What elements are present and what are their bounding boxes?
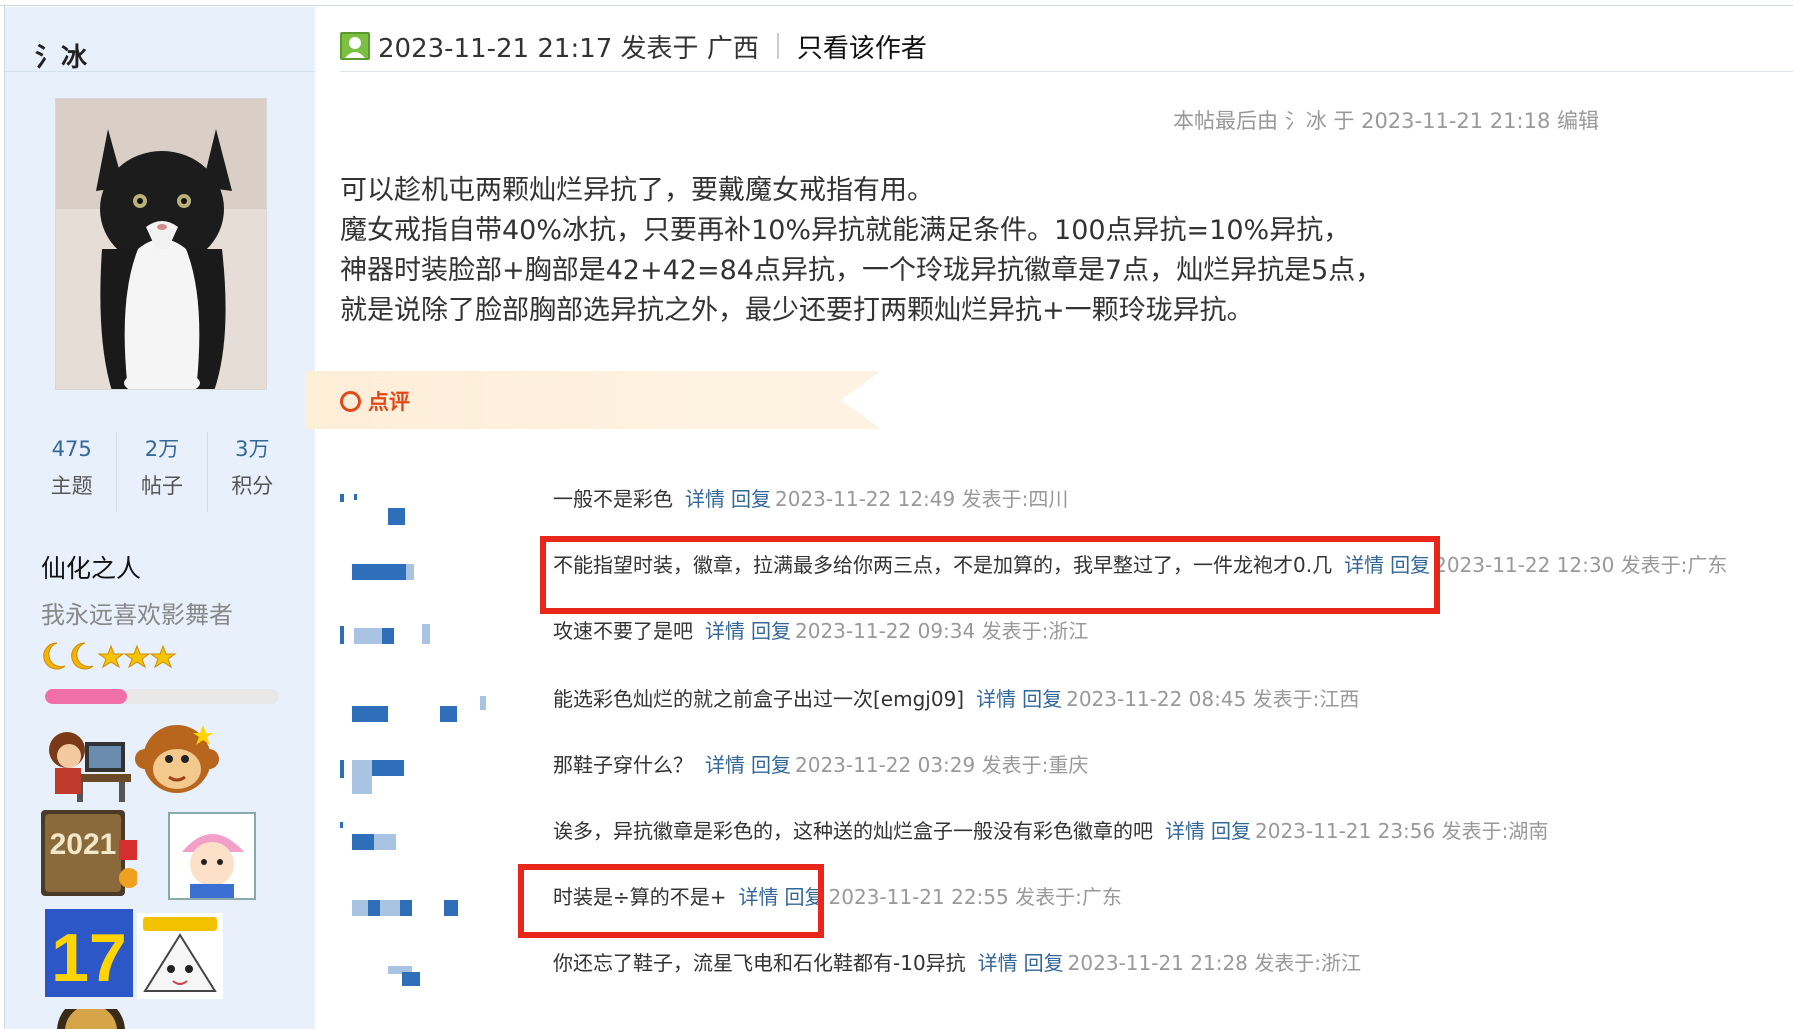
comment-section-title: 点评 (368, 390, 410, 414)
comment-text: 一般不是彩色 (553, 487, 673, 511)
post-line: 可以趁机屯两颗灿烂异抗了，要戴魔女戒指有用。 (340, 175, 934, 206)
author-name[interactable]: 氵冰 (35, 37, 87, 74)
level-progress-bar (45, 689, 279, 704)
stat-points-label: 积分 (231, 474, 274, 498)
stat-posts-value[interactable]: 2万 (117, 432, 206, 466)
post-timestamp: 2023-11-21 21:17 发表于 广西 (378, 33, 759, 64)
commenter-avatar-blurred[interactable] (340, 756, 470, 796)
post-line: 就是说除了脸部胸部选异抗之外，最少还要打两颗灿烂异抗+一颗玲珑异抗。 (340, 295, 1254, 326)
comment-meta: 2023-11-21 21:28 发表于:浙江 (1067, 951, 1361, 975)
comment-detail-link[interactable]: 详情 (705, 619, 745, 643)
cat-avatar-image (56, 99, 266, 389)
commenter-avatar-blurred[interactable] (340, 490, 470, 530)
rank-stars-icon (43, 642, 177, 670)
comment-meta: 2023-11-22 03:29 发表于:重庆 (795, 753, 1089, 777)
highlight-box (540, 536, 1440, 614)
comment-row: 那鞋子穿什么？ 详情 回复 2023-11-22 03:29 发表于:重庆 (553, 750, 1088, 780)
cartoon-girl-medal-icon[interactable] (168, 812, 258, 902)
comment-reply-link[interactable]: 回复 (1024, 951, 1064, 975)
post-body: 可以趁机屯两颗灿烂异抗了，要戴魔女戒指有用。 魔女戒指自带40%冰抗，只要再补1… (340, 171, 1382, 331)
comment-detail-link[interactable]: 详情 (705, 753, 745, 777)
comment-meta: 2023-11-21 23:56 发表于:湖南 (1255, 819, 1549, 843)
stat-topics-value[interactable]: 475 (27, 432, 116, 466)
monkey-medal-icon[interactable] (133, 715, 221, 805)
commenter-avatar-blurred[interactable] (340, 688, 486, 728)
user-signature: 我永远喜欢影舞者 (41, 601, 233, 629)
comment-meta: 2023-11-22 09:34 发表于:浙江 (795, 619, 1089, 643)
level-progress-fill (45, 689, 127, 704)
comment-row: 一般不是彩色 详情 回复 2023-11-22 12:49 发表于:四川 (553, 484, 1068, 514)
stat-posts[interactable]: 2万 帖子 (117, 432, 208, 512)
page-top-border (0, 0, 1793, 6)
comment-meta: 2023-11-22 12:49 发表于:四川 (775, 487, 1069, 511)
user-group[interactable]: 仙化之人 (41, 549, 141, 585)
commenter-avatar-blurred[interactable] (340, 620, 470, 660)
online-status-icon (340, 32, 370, 60)
svg-text:2021: 2021 (50, 828, 117, 861)
comment-detail-link[interactable]: 详情 (978, 951, 1018, 975)
stat-topics-label: 主题 (50, 474, 93, 498)
comment-reply-link[interactable]: 回复 (751, 753, 791, 777)
comment-reply-link[interactable]: 回复 (1022, 687, 1062, 711)
commenter-avatar-blurred[interactable] (340, 556, 470, 596)
comment-meta: 2023-11-21 22:55 发表于:广东 (828, 885, 1122, 909)
post-header: 2023-11-21 21:17 发表于 广西 只看该作者 (340, 26, 927, 66)
comment-row: 能选彩色灿烂的就之前盒子出过一次[emgj09] 详情 回复 2023-11-22 0… (553, 684, 1359, 714)
commenter-avatar-blurred[interactable] (340, 952, 470, 992)
onigiri-medal-icon[interactable] (137, 913, 223, 999)
stat-points-value[interactable]: 3万 (208, 432, 297, 466)
comment-text: 诶多，异抗徽章是彩色的，这种送的灿烂盒子一般没有彩色徽章的吧 (553, 819, 1153, 843)
comment-row: 你还忘了鞋子，流星飞电和石化鞋都有-10异抗 详情 回复 2023-11-21 21:… (553, 948, 1361, 978)
avatar[interactable] (55, 98, 267, 390)
svg-text:17: 17 (51, 920, 127, 996)
comment-text: 能选彩色灿烂的就之前盒子出过一次[emgj09] (553, 687, 965, 711)
comment-meta: 2023-11-22 12:30 发表于:广东 (1434, 553, 1728, 577)
stat-posts-label: 帖子 (140, 474, 183, 498)
comment-text: 那鞋子穿什么？ (553, 753, 693, 777)
partial-medal-icon[interactable] (53, 1009, 129, 1029)
edit-note: 本帖最后由 氵冰 于 2023-11-21 21:18 编辑 (1173, 109, 1599, 133)
comment-meta: 2023-11-22 08:45 发表于:江西 (1066, 687, 1360, 711)
post-header-divider (340, 71, 1793, 72)
comment-row: 诶多，异抗徽章是彩色的，这种送的灿烂盒子一般没有彩色徽章的吧 详情 回复 2023-1… (553, 816, 1548, 846)
sidebar-divider (5, 71, 315, 72)
post-line: 神器时装脸部+胸部是42+42=84点异抗，一个玲珑异抗徽章是7点，灿烂异抗是5… (340, 255, 1383, 286)
comment-detail-link[interactable]: 详情 (1165, 819, 1205, 843)
user-stats: 475 主题 2万 帖子 3万 积分 (27, 432, 297, 512)
header-separator (776, 33, 779, 59)
commenter-avatar-blurred[interactable] (340, 820, 470, 860)
17-medal-icon[interactable]: 17 (45, 909, 135, 999)
comment-reply-link[interactable]: 回复 (751, 619, 791, 643)
post-line: 魔女戒指自带40%冰抗，只要再补10%异抗就能满足条件。100点异抗=10%异抗… (340, 215, 1351, 246)
comment-detail-link[interactable]: 详情 (976, 687, 1016, 711)
commenter-avatar-blurred[interactable] (340, 886, 470, 926)
comment-detail-link[interactable]: 详情 (685, 487, 725, 511)
comment-text: 你还忘了鞋子，流星飞电和石化鞋都有-10异抗 (553, 951, 966, 975)
stat-topics[interactable]: 475 主题 (27, 432, 118, 512)
only-author-link[interactable]: 只看该作者 (797, 28, 927, 65)
stat-points[interactable]: 3万 积分 (208, 432, 297, 512)
comment-text: 攻速不要了是吧 (553, 619, 693, 643)
comment-row: 攻速不要了是吧 详情 回复 2023-11-22 09:34 发表于:浙江 (553, 616, 1088, 646)
computer-kid-medal-icon[interactable] (41, 722, 133, 804)
highlight-box (518, 864, 824, 938)
author-sidebar: 氵冰 475 主题 2万 帖子 3万 积分 仙化之人 我永远喜欢影舞者 2021… (5, 7, 315, 1029)
comment-reply-link[interactable]: 回复 (1211, 819, 1251, 843)
2021-medal-icon[interactable]: 2021 (41, 810, 137, 900)
comment-circle-icon (340, 391, 361, 412)
comment-reply-link[interactable]: 回复 (731, 487, 771, 511)
